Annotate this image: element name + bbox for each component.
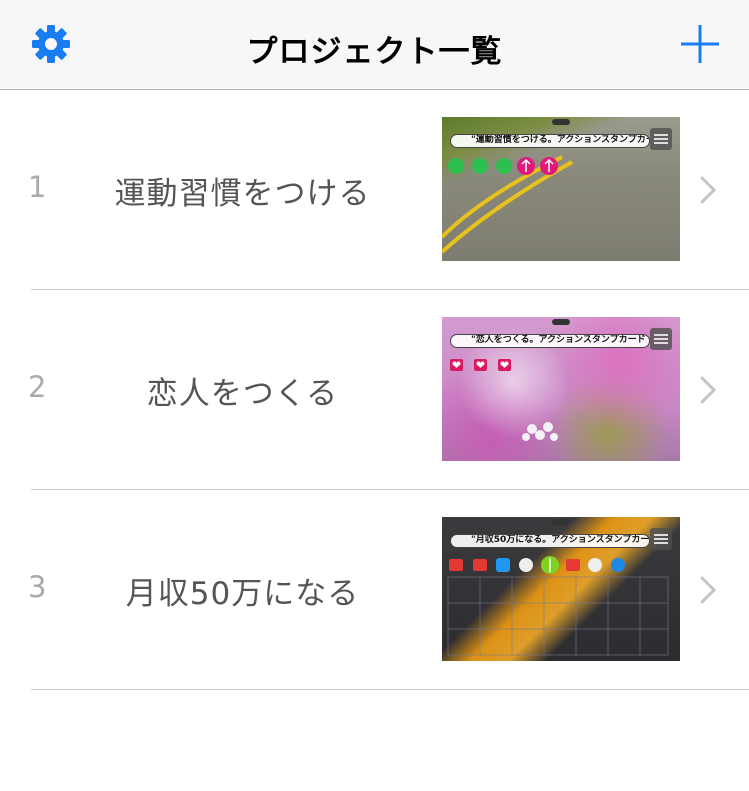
chevron-right-icon	[700, 376, 717, 404]
navigation-bar: プロジェクト一覧	[0, 0, 749, 90]
project-number: 1	[28, 170, 47, 204]
page-title: プロジェクト一覧	[246, 34, 503, 70]
chevron-right-icon	[700, 176, 717, 204]
project-title: 恋人をつくる	[146, 376, 339, 412]
project-title: 運動習慣をつける	[114, 176, 371, 212]
project-title: 月収50万になる	[125, 576, 360, 612]
plus-icon[interactable]	[681, 25, 719, 63]
project-number: 2	[28, 370, 47, 404]
project-thumbnail: "運動習慣をつける。アクションスタンプカード	[442, 117, 680, 261]
chevron-right-icon	[700, 576, 717, 604]
project-thumbnail: "月収50万になる。アクションスタンプカード	[442, 517, 680, 661]
project-row[interactable]: 3 月収50万になる "月収50万になる。アクションスタンプカード	[0, 490, 749, 690]
project-list: 1 運動習慣をつける "運動習慣をつける。アクションスタンプカード 2 恋人をつ…	[0, 90, 749, 690]
project-row[interactable]: 2 恋人をつくる "恋人をつくる。アクションスタンプカード	[0, 290, 749, 490]
stamp-icons	[448, 157, 558, 175]
stamp-icons	[449, 556, 625, 574]
row-divider	[31, 689, 749, 690]
project-thumbnail: "恋人をつくる。アクションスタンプカード	[442, 317, 680, 461]
stamp-icons	[450, 359, 558, 441]
project-row[interactable]: 1 運動習慣をつける "運動習慣をつける。アクションスタンプカード	[0, 90, 749, 290]
project-number: 3	[28, 570, 47, 604]
